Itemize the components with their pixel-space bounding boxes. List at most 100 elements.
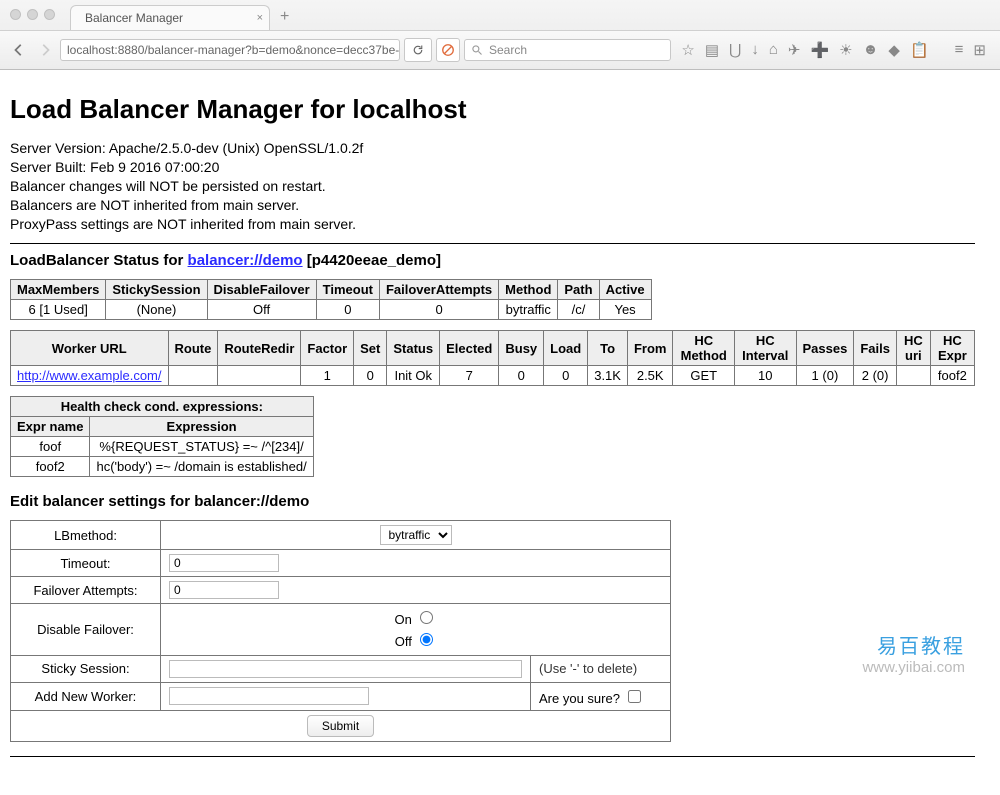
- noscript-button[interactable]: [436, 38, 460, 62]
- col-header: To: [588, 331, 628, 366]
- status-suffix: [p4420eeae_demo]: [303, 252, 441, 269]
- radio-off-label: Off: [395, 634, 412, 649]
- col-header: Timeout: [316, 280, 379, 300]
- server-built: Server Built: Feb 9 2016 07:00:20: [10, 158, 975, 177]
- bookmark-icon[interactable]: ☆: [681, 41, 694, 59]
- col-header: Expression: [90, 417, 313, 437]
- cell: 0: [316, 300, 379, 320]
- table-row: MaxMembers StickySession DisableFailover…: [11, 280, 652, 300]
- worker-url-link[interactable]: http://www.example.com/: [17, 368, 162, 383]
- table-row: http://www.example.com/ 1 0 Init Ok 7 0 …: [11, 366, 975, 386]
- balancer-table: MaxMembers StickySession DisableFailover…: [10, 279, 652, 320]
- home-icon[interactable]: ⌂: [769, 41, 778, 59]
- failover-attempts-input[interactable]: [169, 581, 279, 599]
- url-input[interactable]: localhost:8880/balancer-manager?b=demo&n…: [60, 39, 400, 61]
- forward-button[interactable]: [34, 39, 56, 61]
- col-header: DisableFailover: [207, 280, 316, 300]
- window-controls[interactable]: [10, 9, 55, 20]
- col-header: HC Method: [673, 331, 735, 366]
- menu-icon[interactable]: ≡: [955, 41, 964, 59]
- edit-form: LBmethod: bytraffic Timeout: Failover At…: [10, 520, 671, 741]
- download-icon[interactable]: ↓: [751, 41, 759, 59]
- col-header: HC Expr: [930, 331, 974, 366]
- page-body: Load Balancer Manager for localhost Serv…: [0, 70, 985, 795]
- timeout-input[interactable]: [169, 554, 279, 572]
- reload-button[interactable]: [404, 38, 432, 62]
- sticky-session-hint: (Use '-' to delete): [531, 655, 671, 682]
- maximize-window-icon[interactable]: [44, 9, 55, 20]
- label-disable-failover: Disable Failover:: [11, 604, 161, 655]
- clipboard-icon[interactable]: 📋: [910, 41, 929, 59]
- new-tab-button[interactable]: +: [270, 4, 299, 30]
- sunny-icon[interactable]: ☀: [839, 41, 852, 59]
- label-sticky-session: Sticky Session:: [11, 655, 161, 682]
- col-header: Set: [354, 331, 387, 366]
- cell: 0: [544, 366, 588, 386]
- balancer-link[interactable]: balancer://demo: [188, 252, 303, 269]
- back-button[interactable]: [8, 39, 30, 61]
- form-row: Timeout:: [11, 550, 671, 577]
- cell: 6 [1 Used]: [11, 300, 106, 320]
- smile-icon[interactable]: ☻: [863, 41, 879, 59]
- toolbar-icons: ☆ ▤ ⋃ ↓ ⌂ ✈ ➕ ☀ ☻ ◆ 📋 ≡ ⊞: [675, 41, 992, 59]
- cell: 2.5K: [627, 366, 673, 386]
- send-icon[interactable]: ✈: [788, 41, 801, 59]
- label-lbmethod: LBmethod:: [11, 521, 161, 550]
- search-input[interactable]: Search: [464, 39, 671, 61]
- col-header: MaxMembers: [11, 280, 106, 300]
- col-header: Route: [168, 331, 218, 366]
- col-header: Expr name: [11, 417, 90, 437]
- cell: [896, 366, 930, 386]
- add-worker-input[interactable]: [169, 687, 369, 705]
- cell: %{REQUEST_STATUS} =~ /^[234]/: [90, 437, 313, 457]
- grid-icon[interactable]: ⊞: [973, 41, 986, 59]
- pinboard-icon[interactable]: ▤: [705, 41, 719, 59]
- cell: hc('body') =~ /domain is established/: [90, 457, 313, 477]
- block-icon: [441, 43, 455, 57]
- cell: 0: [354, 366, 387, 386]
- table-row: Expr name Expression: [11, 417, 314, 437]
- col-header: Load: [544, 331, 588, 366]
- status-prefix: LoadBalancer Status for: [10, 252, 188, 269]
- lbmethod-select[interactable]: bytraffic: [380, 525, 452, 545]
- disable-failover-off-radio[interactable]: [420, 633, 433, 646]
- pocket-icon[interactable]: ⋃: [729, 41, 741, 59]
- cell: GET: [673, 366, 735, 386]
- table-row: 6 [1 Used] (None) Off 0 0 bytraffic /c/ …: [11, 300, 652, 320]
- form-row: Add New Worker: Are you sure?: [11, 682, 671, 710]
- minimize-window-icon[interactable]: [27, 9, 38, 20]
- col-header: Status: [387, 331, 440, 366]
- table-row: Health check cond. expressions:: [11, 397, 314, 417]
- close-tab-icon[interactable]: ×: [257, 12, 263, 24]
- close-window-icon[interactable]: [10, 9, 21, 20]
- forward-icon: [38, 43, 52, 57]
- cell: 3.1K: [588, 366, 628, 386]
- cell: 1: [301, 366, 354, 386]
- submit-button[interactable]: Submit: [307, 715, 374, 737]
- confirm-checkbox[interactable]: [628, 690, 641, 703]
- browser-tab[interactable]: Balancer Manager ×: [70, 5, 270, 30]
- table-row: Worker URL Route RouteRedir Factor Set S…: [11, 331, 975, 366]
- col-header: Worker URL: [11, 331, 169, 366]
- cell: Yes: [599, 300, 651, 320]
- color-icon[interactable]: ◆: [888, 41, 900, 59]
- cell: 7: [440, 366, 499, 386]
- persist-note: Balancer changes will NOT be persisted o…: [10, 177, 975, 196]
- form-row: Submit: [11, 710, 671, 741]
- cell: /c/: [558, 300, 599, 320]
- server-version: Server Version: Apache/2.5.0-dev (Unix) …: [10, 139, 975, 158]
- table-row: foof %{REQUEST_STATUS} =~ /^[234]/: [11, 437, 314, 457]
- col-header: Factor: [301, 331, 354, 366]
- disable-failover-on-radio[interactable]: [420, 611, 433, 624]
- col-header: Path: [558, 280, 599, 300]
- col-header: Passes: [796, 331, 854, 366]
- table-row: foof2 hc('body') =~ /domain is establish…: [11, 457, 314, 477]
- cell: Init Ok: [387, 366, 440, 386]
- watermark-url: www.yiibai.com: [862, 659, 965, 676]
- search-placeholder: Search: [489, 43, 527, 57]
- col-header: From: [627, 331, 673, 366]
- sticky-session-input[interactable]: [169, 660, 522, 678]
- add-icon[interactable]: ➕: [810, 41, 829, 59]
- radio-on-label: On: [395, 612, 412, 627]
- watermark: 易百教程 www.yiibai.com: [862, 630, 965, 676]
